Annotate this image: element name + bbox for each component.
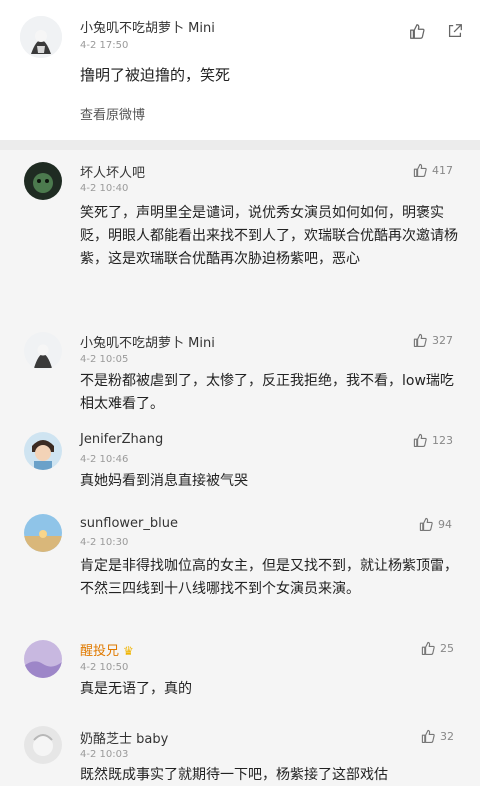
timestamp: 4-2 10:46	[80, 454, 129, 465]
timestamp: 4-2 10:05	[80, 354, 129, 365]
comment-list: 坏人坏人吧 4-2 10:40 417 笑死了，声明里全是谴词，说优秀女演员如何…	[0, 150, 480, 786]
timestamp: 4-2 10:50	[80, 662, 129, 673]
avatar[interactable]	[24, 640, 62, 678]
like-count: 123	[432, 433, 453, 447]
thumb-up-icon	[413, 433, 427, 447]
timestamp: 4-2 10:30	[80, 537, 129, 548]
like-count: 25	[440, 641, 454, 655]
comment-item: JeniferZhang 4-2 10:46 123 真她妈看到消息直接被气哭	[0, 420, 480, 506]
avatar[interactable]	[24, 514, 62, 552]
timestamp: 4-2 10:03	[80, 749, 129, 760]
view-original-link[interactable]: 查看原微博	[80, 104, 145, 123]
like-count: 327	[432, 333, 453, 347]
comment-item: sunflower_blue 4-2 10:30 94 肯定是非得找咖位高的女主…	[0, 506, 480, 628]
avatar[interactable]	[24, 162, 62, 200]
share-icon[interactable]	[446, 22, 464, 40]
comment-text: 笑死了，声明里全是谴词，说优秀女演员如何如何，明褒实贬，明眼人都能看出来找不到人…	[80, 205, 458, 267]
username[interactable]: 小兔叽不吃胡萝卜 Mini	[80, 332, 215, 351]
timestamp: 4-2 17:50	[80, 40, 129, 51]
username[interactable]: 奶酪芝士 baby	[80, 728, 168, 747]
comment-item: 醒投兄 ♛ 4-2 10:50 25 真是无语了，真的	[0, 628, 480, 718]
avatar[interactable]	[24, 432, 62, 470]
avatar[interactable]	[24, 726, 62, 764]
thumb-up-icon[interactable]	[408, 22, 426, 40]
comment-text: 肯定是非得找咖位高的女主，但是又找不到，就让杨紫顶雷，不然三四线到十八线哪找不到…	[80, 558, 458, 597]
comment-item: 坏人坏人吧 4-2 10:40 417 笑死了，声明里全是谴词，说优秀女演员如何…	[0, 150, 480, 320]
like-button[interactable]: 327	[412, 332, 453, 348]
timestamp: 4-2 10:40	[80, 183, 129, 194]
like-button[interactable]: 32	[420, 728, 454, 744]
comment-text: 不是粉都被虐到了，太惨了，反正我拒绝，我不看，low瑞吃相太难看了。	[80, 373, 454, 412]
thumb-up-icon	[421, 729, 435, 743]
username[interactable]: 小兔叽不吃胡萝卜 Mini	[80, 17, 215, 36]
username[interactable]: 醒投兄 ♛	[80, 640, 134, 659]
username[interactable]: 坏人坏人吧	[80, 162, 145, 181]
comment-text: 真她妈看到消息直接被气哭	[80, 473, 248, 489]
comment-item: 小兔叽不吃胡萝卜 Mini 4-2 10:05 327 不是粉都被虐到了，太惨了…	[0, 320, 480, 420]
separator	[0, 140, 480, 150]
comment-text: 真是无语了，真的	[80, 681, 192, 697]
like-count: 32	[440, 729, 454, 743]
comment-text: 既然既成事实了就期待一下吧，杨紫接了这部戏估	[80, 767, 388, 783]
thumb-up-icon	[421, 641, 435, 655]
like-count: 94	[438, 517, 452, 531]
original-post-card: 小兔叽不吃胡萝卜 Mini 4-2 17:50 撸明了被迫撸的，笑死 查看原微博	[0, 0, 480, 140]
like-button[interactable]: 123	[412, 432, 453, 448]
thumb-up-icon	[413, 333, 427, 347]
thumb-up-icon	[413, 163, 427, 177]
username[interactable]: JeniferZhang	[80, 432, 163, 447]
medal-icon: ♛	[123, 644, 134, 658]
post-text: 撸明了被迫撸的，笑死	[80, 66, 231, 84]
like-button[interactable]: 94	[418, 516, 452, 532]
like-count: 417	[432, 163, 453, 177]
like-button[interactable]: 417	[412, 162, 453, 178]
like-button[interactable]: 25	[420, 640, 454, 656]
avatar[interactable]	[20, 16, 62, 58]
username[interactable]: sunflower_blue	[80, 516, 178, 531]
avatar[interactable]	[24, 332, 62, 370]
comment-item: 奶酪芝士 baby 4-2 10:03 32 既然既成事实了就期待一下吧，杨紫接…	[0, 718, 480, 786]
thumb-up-icon	[419, 517, 433, 531]
